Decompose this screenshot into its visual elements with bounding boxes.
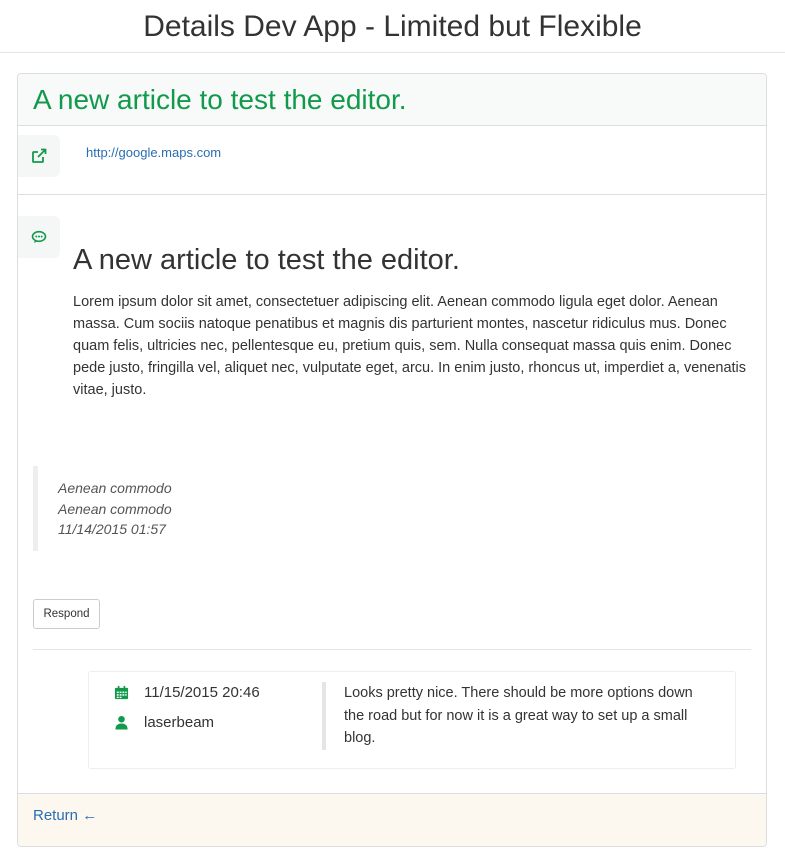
article-link[interactable]: http://google.maps.com (86, 145, 221, 160)
article-body: Lorem ipsum dolor sit amet, consectetuer… (73, 294, 747, 398)
comment-text: Looks pretty nice. There should be more … (322, 682, 712, 750)
respond-button[interactable]: Respond (33, 599, 100, 629)
comment-date-row: 11/15/2015 20:46 (114, 684, 260, 701)
quote-timestamp: 11/14/2015 01:57 (58, 521, 166, 537)
app-title: Details Dev App - Limited but Flexible (143, 10, 642, 43)
comment-card: 11/15/2015 20:46 laserbeam Looks pretty … (88, 671, 736, 769)
user-icon (115, 715, 128, 730)
quote-line-2: Aenean commodo (58, 500, 172, 517)
comment-date: 11/15/2015 20:46 (144, 684, 260, 701)
divider (33, 649, 751, 650)
calendar-icon (114, 685, 129, 700)
article-title: A new article to test the editor. (33, 84, 407, 115)
comment-user-row: laserbeam (114, 714, 214, 731)
panel-heading: A new article to test the editor. (18, 74, 766, 126)
quote-line-1: Aenean commodo (58, 480, 172, 496)
app-header: Details Dev App - Limited but Flexible (0, 0, 785, 53)
article-panel: A new article to test the editor. http:/… (17, 73, 767, 847)
article-blockquote: Aenean commodo Aenean commodo 11/14/2015… (33, 466, 172, 551)
return-link[interactable]: Return ← (33, 807, 97, 824)
link-section: http://google.maps.com (18, 127, 766, 195)
external-link-icon (18, 135, 60, 177)
comment-author: laserbeam (144, 714, 215, 731)
article-heading: A new article to test the editor. (73, 244, 460, 276)
panel-footer: Return ← (18, 793, 766, 846)
comment-icon (18, 216, 60, 258)
